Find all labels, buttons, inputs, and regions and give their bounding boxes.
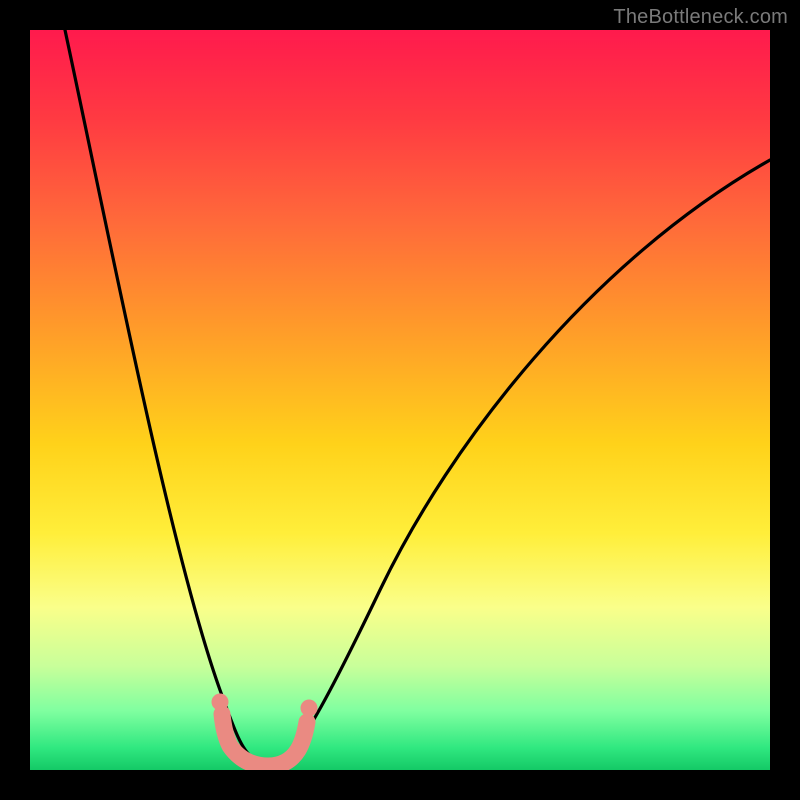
attribution-label: TheBottleneck.com	[613, 6, 788, 29]
chart-svg	[30, 30, 770, 770]
bottleneck-curve	[65, 30, 770, 762]
trough-marker-dot-right-upper	[301, 700, 318, 717]
trough-marker	[222, 714, 307, 766]
chart-plot-area	[30, 30, 770, 770]
trough-marker-dot-left-upper	[212, 694, 229, 711]
